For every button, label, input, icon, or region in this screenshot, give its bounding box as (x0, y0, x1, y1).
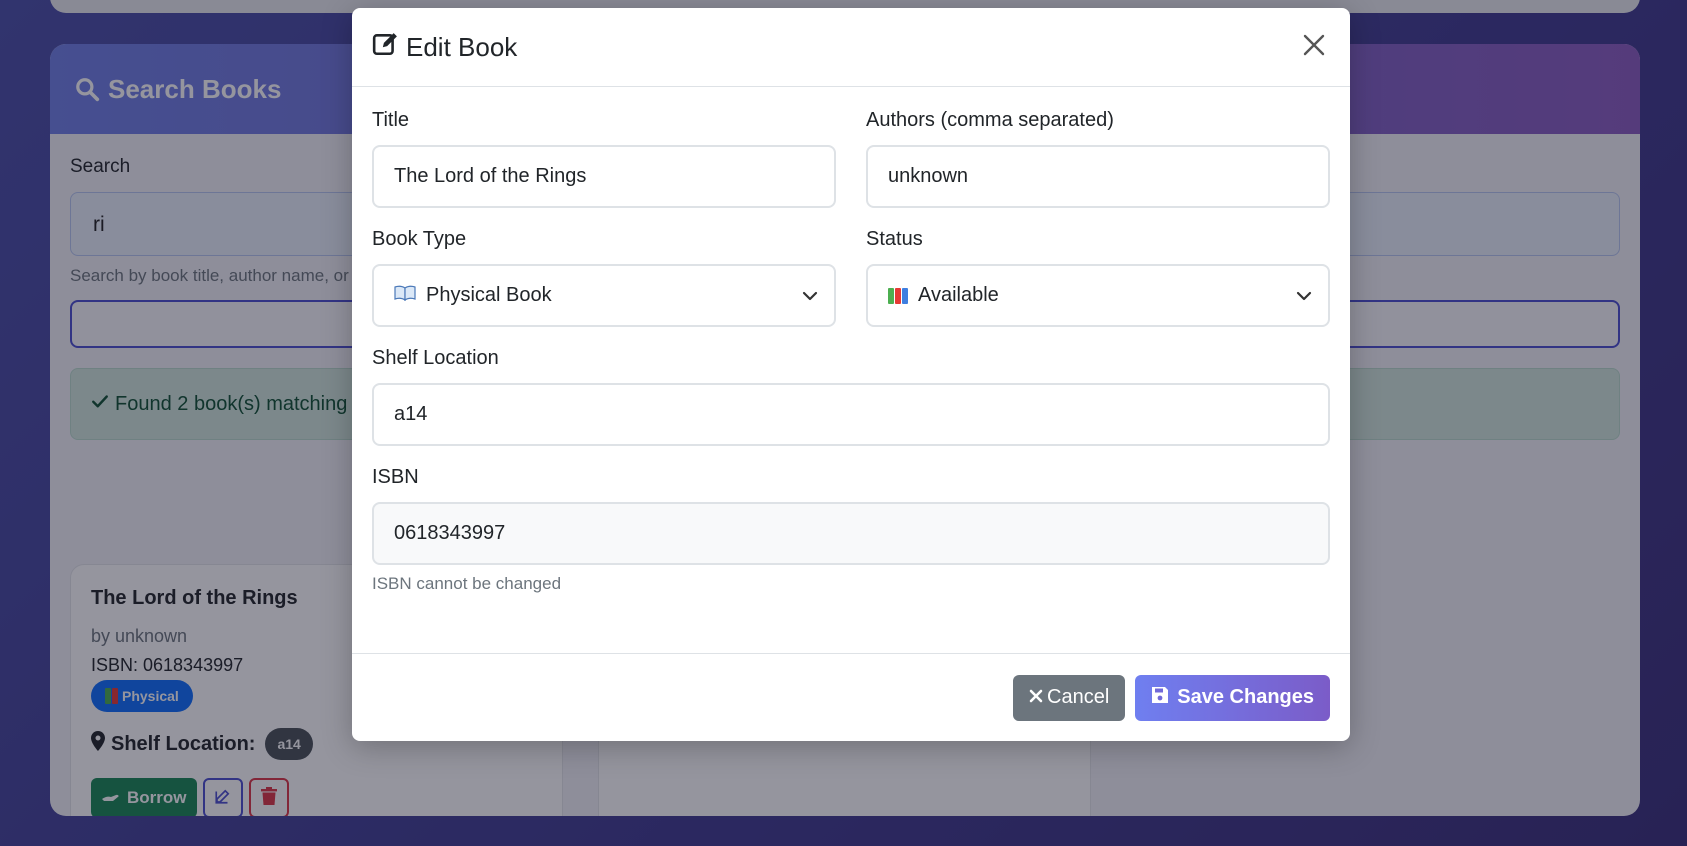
modal-title: Edit Book (372, 31, 517, 64)
modal-header: Edit Book (352, 8, 1350, 87)
close-button[interactable] (1298, 31, 1330, 63)
save-icon (1151, 686, 1169, 710)
authors-label: Authors (comma separated) (866, 109, 1114, 131)
book-type-label: Book Type (372, 228, 467, 250)
cancel-button[interactable]: Cancel (1013, 674, 1126, 721)
edit-book-modal: Edit Book Title The Lord of the Rings Au… (352, 8, 1350, 741)
shelf-location-group: Shelf Location a14 (372, 347, 1330, 446)
modal-body: Title The Lord of the Rings Authors (com… (352, 87, 1350, 594)
books-icon (888, 287, 908, 304)
book-type-select[interactable]: Physical Book (372, 264, 836, 327)
isbn-label: ISBN (372, 466, 419, 488)
open-book-icon (394, 284, 416, 307)
status-select[interactable]: Available (866, 264, 1330, 327)
book-type-value: Physical Book (426, 284, 552, 306)
close-icon (1029, 686, 1043, 709)
save-label: Save Changes (1177, 686, 1314, 708)
title-authors-row: Title The Lord of the Rings Authors (com… (372, 109, 1330, 208)
type-status-row: Book Type Physical Book Status Available (372, 228, 1330, 327)
save-changes-button[interactable]: Save Changes (1135, 674, 1330, 721)
title-input[interactable]: The Lord of the Rings (372, 145, 836, 208)
edit-icon (372, 31, 398, 64)
modal-footer: Cancel Save Changes (352, 653, 1350, 741)
isbn-hint: ISBN cannot be changed (372, 574, 562, 593)
isbn-group: ISBN 0618343997 ISBN cannot be changed (372, 466, 1330, 594)
shelf-location-input[interactable]: a14 (372, 383, 1330, 446)
status-label: Status (866, 228, 923, 250)
status-value: Available (918, 284, 999, 306)
title-label: Title (372, 109, 410, 131)
shelf-location-label: Shelf Location (372, 347, 499, 369)
modal-title-text: Edit Book (406, 31, 518, 62)
cancel-label: Cancel (1047, 686, 1110, 708)
close-icon (1303, 34, 1325, 61)
chevron-down-icon (1296, 284, 1312, 307)
chevron-down-icon (802, 284, 818, 307)
authors-input[interactable]: unknown (866, 145, 1330, 208)
isbn-input: 0618343997 (372, 502, 1330, 565)
